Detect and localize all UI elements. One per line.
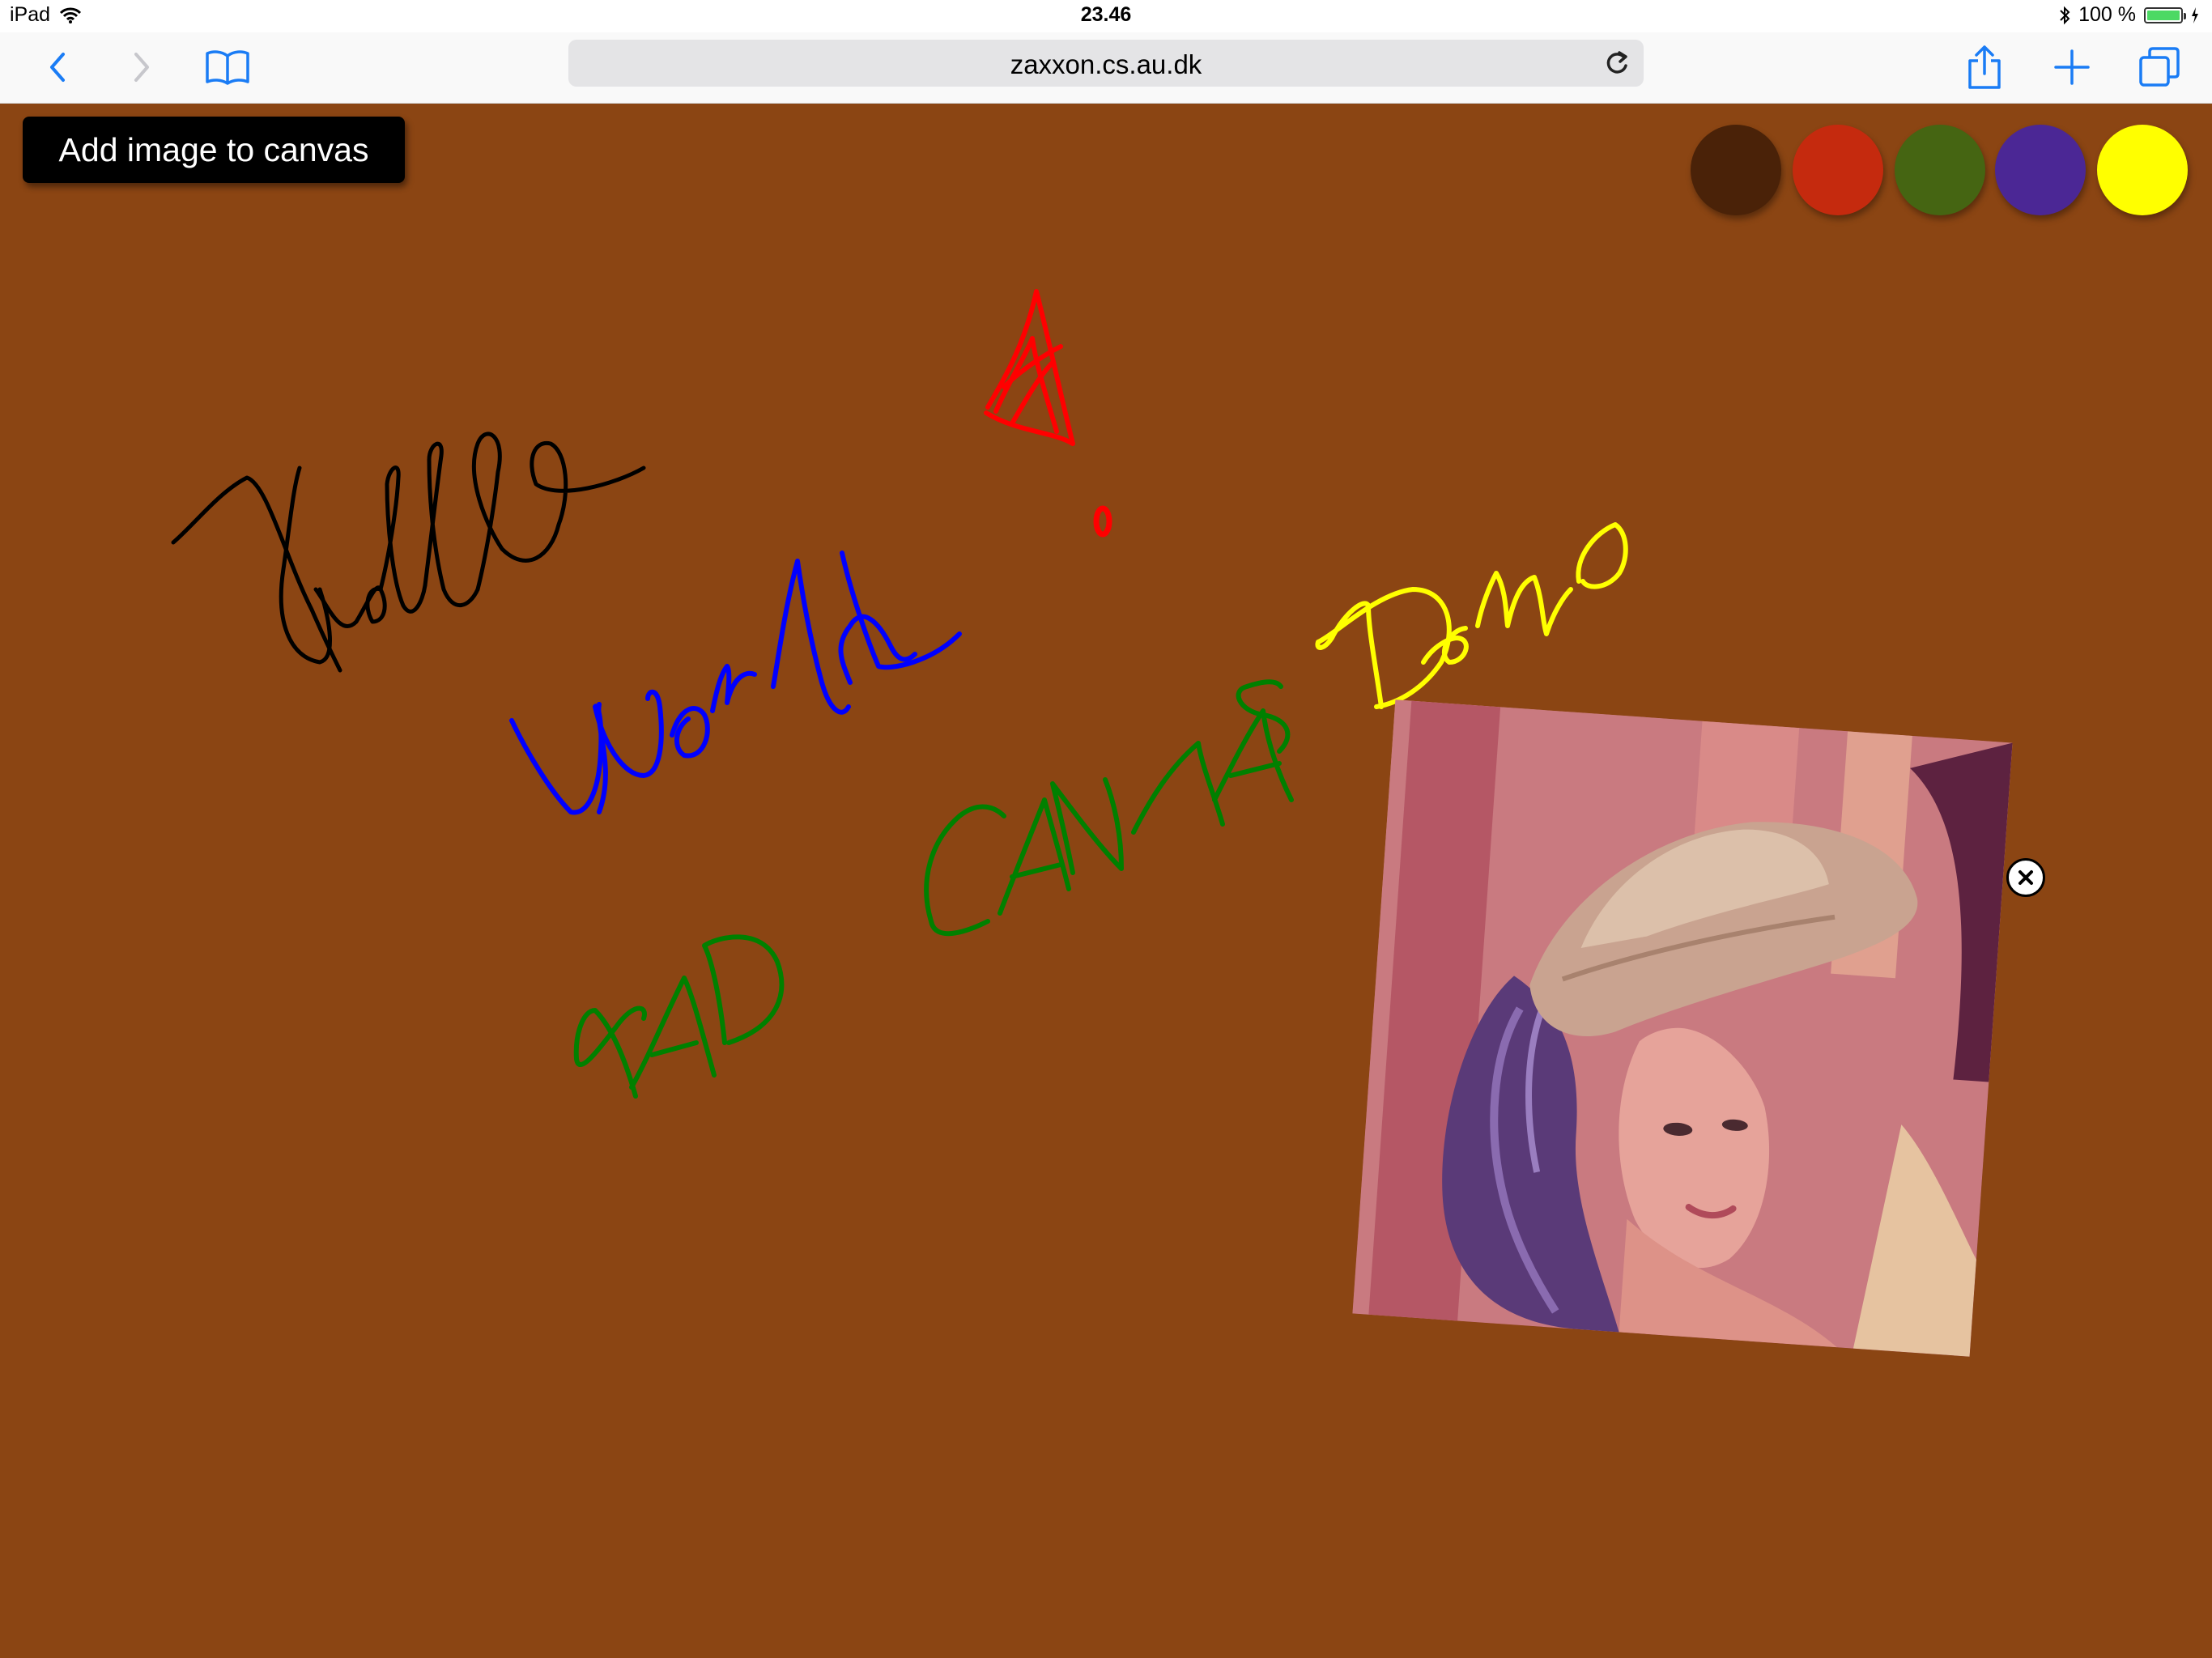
bookmarks-icon [206,50,249,85]
close-icon [2018,870,2033,885]
new-tab-button[interactable] [2044,39,2100,96]
clock: 23.46 [1080,3,1132,26]
url-text: zaxxon.cs.au.dk [1010,49,1202,79]
hello-stroke [171,432,646,673]
back-icon [50,53,65,82]
bluetooth-icon [2060,6,2070,24]
charging-icon [2192,6,2198,23]
exclamation-stroke [984,289,1112,538]
tabs-icon [2139,47,2180,87]
status-bar: iPad 23.46 100 % [0,0,2212,32]
forward-icon [134,53,149,82]
browser-toolbar: zaxxon.cs.au.dk [0,32,2212,104]
world-stroke [509,551,962,815]
address-bar[interactable]: zaxxon.cs.au.dk [568,40,1644,87]
demo-stroke [1315,522,1628,709]
share-icon [1968,45,2001,89]
battery-percent: 100 % [2078,3,2136,26]
tabs-button[interactable] [2131,39,2188,96]
new-tab-icon [2054,49,2090,85]
bookmarks-button[interactable] [199,39,256,96]
battery-icon [2144,6,2186,23]
photo-content [1352,699,2013,1357]
forward-button[interactable] [113,39,170,96]
share-button[interactable] [1956,39,2013,96]
portrait-photo[interactable] [1352,699,2013,1357]
pad-canvas-stroke [573,679,1294,1099]
reload-icon[interactable] [1602,48,1632,79]
remove-image-button[interactable] [2006,858,2045,897]
back-button[interactable] [29,39,86,96]
